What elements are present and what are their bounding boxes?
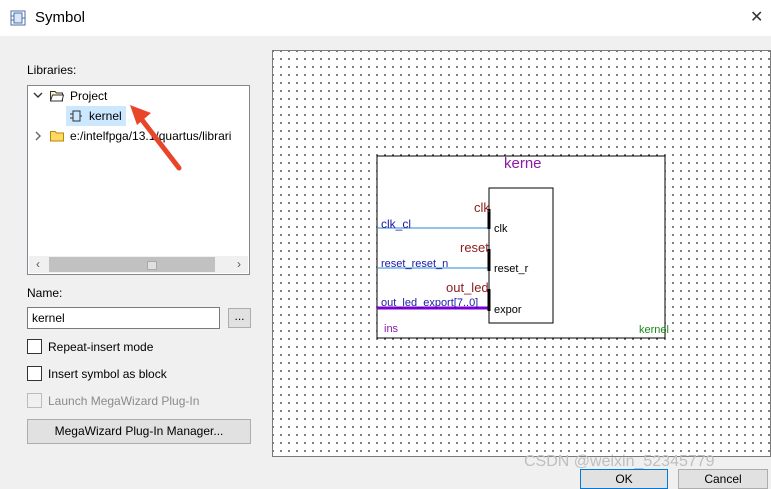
ok-button[interactable]: OK <box>580 469 668 489</box>
symbol-preview[interactable]: kerne clk clk clk_cl reset reset_r reset… <box>272 50 771 457</box>
symbol-title: kerne <box>504 155 542 172</box>
close-icon[interactable]: ✕ <box>750 7 763 27</box>
megawizard-manager-button[interactable]: MegaWizard Plug-In Manager... <box>27 419 251 444</box>
red-arrow-annotation <box>130 105 182 171</box>
signal-name-clk: clk <box>474 200 490 215</box>
port-clk: clk <box>494 223 508 235</box>
port-export: expor <box>494 304 522 316</box>
conduit-out-led: out_led_export[7..0] <box>381 297 479 309</box>
title-bar: Symbol ✕ <box>0 0 771 36</box>
conduit-reset: reset_reset_n <box>381 258 449 270</box>
libraries-label: Libraries: <box>27 63 77 77</box>
repeat-insert-label[interactable]: Repeat-insert mode <box>48 340 153 354</box>
signal-name-out-led: out_led <box>446 280 489 295</box>
folder-icon <box>50 131 64 142</box>
repeat-insert-checkbox[interactable] <box>27 339 42 354</box>
symbol-app-icon <box>10 10 26 26</box>
name-input[interactable] <box>27 307 220 329</box>
chevron-down-icon[interactable] <box>33 86 45 113</box>
component-label: kernel <box>639 324 669 336</box>
launch-megawizard-checkbox <box>27 393 42 408</box>
instance-label: ins <box>384 323 399 335</box>
symbol-drawing <box>376 155 666 339</box>
folder-open-icon <box>50 91 64 102</box>
window-title: Symbol <box>35 9 86 26</box>
launch-megawizard-label: Launch MegaWizard Plug-In <box>48 394 200 408</box>
scroll-thumb[interactable] <box>147 261 157 270</box>
insert-as-block-label[interactable]: Insert symbol as block <box>48 367 167 381</box>
browse-button[interactable]: ... <box>228 308 251 328</box>
watermark: CSDN @weixin_52345779 <box>524 453 715 470</box>
tree-item-label: kernel <box>89 109 122 123</box>
scroll-left-icon[interactable]: ‹ <box>30 257 46 272</box>
name-label: Name: <box>27 286 63 300</box>
component-icon <box>70 110 82 122</box>
signal-name-reset: reset <box>460 240 489 255</box>
scroll-track[interactable] <box>49 257 215 272</box>
port-reset: reset_r <box>494 263 529 275</box>
insert-as-block-checkbox[interactable] <box>27 366 42 381</box>
tree-item-kernel[interactable]: kernel <box>66 106 126 126</box>
scroll-right-icon[interactable]: › <box>231 257 247 272</box>
conduit-clk: clk_cl <box>381 217 412 231</box>
cancel-button[interactable]: Cancel <box>678 469 768 489</box>
tree-item-label: Project <box>70 89 108 103</box>
horizontal-scrollbar[interactable]: ‹ › <box>29 256 248 273</box>
chevron-right-icon[interactable] <box>33 126 45 153</box>
inner-block-box <box>488 187 554 324</box>
